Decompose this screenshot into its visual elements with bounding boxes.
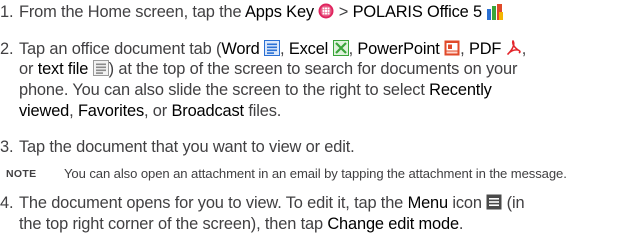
pdf-label: PDF: [468, 40, 502, 58]
step-text: Tap an office document tab (Word , Excel…: [19, 39, 526, 59]
menu-icon: [486, 194, 502, 210]
broadcast-label: Broadcast: [171, 102, 245, 120]
text-file-icon: [92, 60, 109, 76]
text-run: ,: [69, 102, 78, 120]
step-text: viewed, Favorites, or Broadcast files.: [19, 101, 281, 121]
text-run: >: [334, 3, 353, 21]
text-run: The document opens for you to view. To e…: [19, 194, 408, 212]
excel-icon: [332, 40, 349, 56]
powerpoint-icon: [444, 40, 460, 56]
excel-label: Excel: [288, 40, 329, 58]
recently-viewed-label: Recently: [429, 81, 492, 99]
pdf-icon: [506, 40, 522, 56]
powerpoint-label: PowerPoint: [357, 40, 440, 58]
text-run: (in: [502, 194, 525, 212]
step-text: Tap the document that you want to view o…: [19, 138, 355, 156]
apps-key-label: Apps Key: [245, 3, 314, 21]
step-text: From the Home screen, tap the Apps Key >…: [19, 2, 504, 22]
step-number: 4.: [0, 194, 14, 212]
text-run: ) at the top of the screen to search for…: [108, 60, 518, 78]
text-run: icon: [447, 194, 487, 212]
recently-viewed-label: viewed: [19, 102, 70, 120]
text-run: , or: [144, 102, 172, 120]
word-icon: [264, 40, 281, 56]
step-text: phone. You can also slide the screen to …: [19, 80, 492, 100]
text-run: From the Home screen, tap the: [19, 3, 245, 21]
menu-label: Menu: [407, 194, 449, 212]
text-run: ,: [460, 40, 465, 58]
text-run: the top right corner of the screen), the…: [19, 215, 328, 233]
text-run: ,: [521, 40, 527, 58]
step-number: 1.: [0, 3, 14, 21]
favorites-label: Favorites: [77, 102, 144, 120]
apps-key-icon: [318, 3, 334, 19]
text-file-label: text file: [37, 60, 89, 78]
text-run: files.: [243, 102, 282, 120]
note-label: NOTE: [6, 168, 37, 180]
change-edit-mode-label: Change edit mode: [327, 215, 459, 233]
step-text: The document opens for you to view. To e…: [19, 193, 525, 213]
step-text: or text file ) at the top of the screen …: [19, 59, 517, 79]
text-run: or: [19, 60, 38, 78]
polaris-office-label: POLARIS Office 5: [352, 3, 483, 21]
text-run: ,: [280, 40, 289, 58]
step-number: 2.: [0, 40, 14, 58]
word-label: Word: [221, 40, 260, 58]
text-run: .: [458, 215, 464, 233]
text-run: Tap an office document tab (: [19, 40, 222, 58]
step-number: 3.: [0, 138, 14, 156]
note-text: You can also open an attachment in an em…: [64, 166, 567, 181]
step-text: the top right corner of the screen), the…: [19, 214, 463, 234]
polaris-office-icon: [486, 3, 504, 20]
text-run: phone. You can also slide the screen to …: [19, 81, 430, 99]
